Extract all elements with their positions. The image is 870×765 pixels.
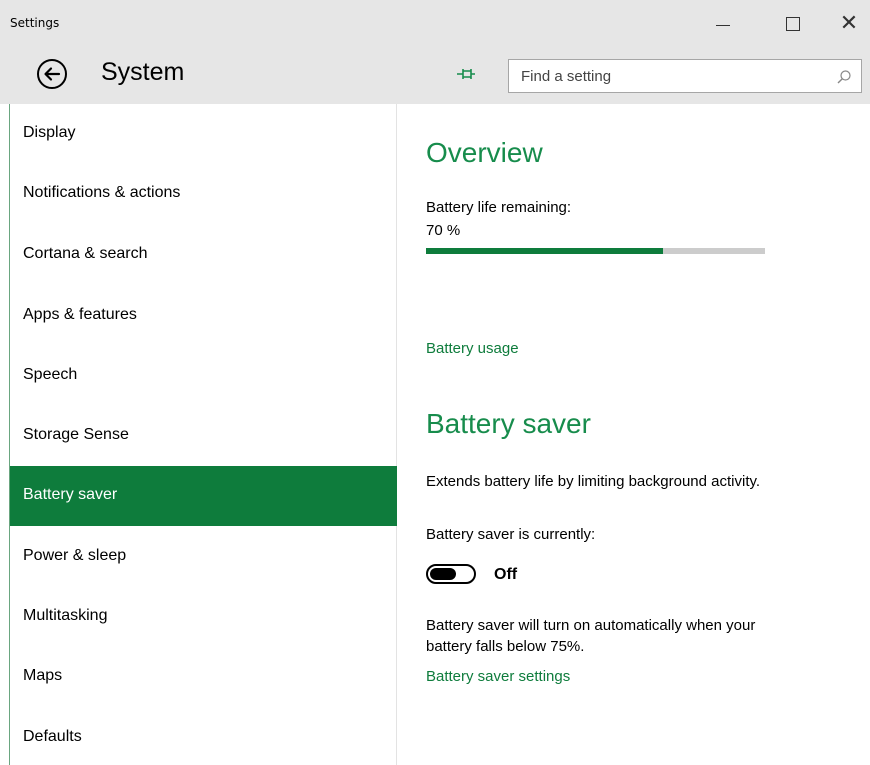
content-pane: Overview Battery life remaining: 70 % Ba… (397, 104, 870, 765)
sidebar-item-cortana[interactable]: Cortana & search (10, 225, 397, 285)
sidebar-item-battery-saver[interactable]: Battery saver (10, 466, 397, 526)
sidebar-item-multitasking[interactable]: Multitasking (10, 587, 397, 647)
search-box[interactable] (508, 59, 862, 93)
pin-button[interactable] (456, 65, 478, 83)
page-title: System (101, 58, 185, 86)
sidebar-item-storage[interactable]: Storage Sense (10, 406, 397, 466)
search-icon[interactable] (836, 69, 852, 85)
toggle-state-label: Off (494, 566, 518, 583)
sidebar-item-apps[interactable]: Apps & features (10, 286, 397, 346)
battery-progress-bar (426, 248, 765, 254)
auto-on-text-line2: battery falls below 75%. (426, 638, 585, 655)
maximize-button[interactable] (770, 0, 816, 47)
title-bar: Settings ✕ (0, 0, 870, 47)
sidebar-item-power[interactable]: Power & sleep (10, 527, 397, 587)
sidebar-item-speech[interactable]: Speech (10, 346, 397, 406)
battery-life-value: 70 % (426, 222, 461, 239)
battery-life-label: Battery life remaining: (426, 199, 572, 216)
sidebar-item-label: Storage Sense (23, 426, 129, 443)
overview-heading: Overview (426, 137, 543, 168)
auto-on-text-line1: Battery saver will turn on automatically… (426, 617, 756, 634)
sidebar-item-display[interactable]: Display (10, 104, 397, 164)
back-button[interactable] (35, 57, 69, 91)
sidebar-item-label: Display (23, 124, 76, 141)
toggle-switch-icon (426, 564, 476, 584)
sidebar-item-label: Maps (23, 667, 63, 684)
minimize-button[interactable] (700, 0, 746, 47)
battery-progress-fill (426, 248, 664, 254)
header-bar: System (0, 47, 870, 104)
sidebar-item-label: Notifications & actions (23, 184, 181, 201)
battery-saver-heading: Battery saver (426, 408, 591, 439)
sidebar-item-defaults[interactable]: Defaults (10, 708, 397, 765)
battery-saver-description: Extends battery life by limiting backgro… (426, 473, 761, 490)
close-icon: ✕ (839, 10, 859, 36)
battery-saver-toggle[interactable] (426, 564, 476, 584)
maximize-icon (786, 16, 800, 31)
battery-usage-link[interactable]: Battery usage (426, 340, 519, 357)
search-input[interactable] (521, 66, 821, 86)
sidebar-item-label: Defaults (23, 728, 82, 745)
minimize-icon (716, 25, 730, 26)
window-title: Settings (10, 16, 60, 30)
close-button[interactable]: ✕ (826, 0, 870, 47)
battery-saver-settings-link[interactable]: Battery saver settings (426, 668, 570, 685)
sidebar-item-label: Power & sleep (23, 547, 127, 564)
back-arrow-circle-icon (37, 59, 67, 89)
sidebar-item-label: Speech (23, 366, 78, 383)
sidebar-item-label: Cortana & search (23, 245, 148, 262)
sidebar-item-label: Multitasking (23, 607, 108, 624)
pin-icon (457, 69, 475, 79)
battery-saver-status-label: Battery saver is currently: (426, 526, 596, 543)
sidebar-item-label: Battery saver (23, 486, 118, 503)
sidebar-item-maps[interactable]: Maps (10, 647, 397, 707)
sidebar-item-label: Apps & features (23, 306, 137, 323)
sidebar-item-notifications[interactable]: Notifications & actions (10, 164, 397, 224)
